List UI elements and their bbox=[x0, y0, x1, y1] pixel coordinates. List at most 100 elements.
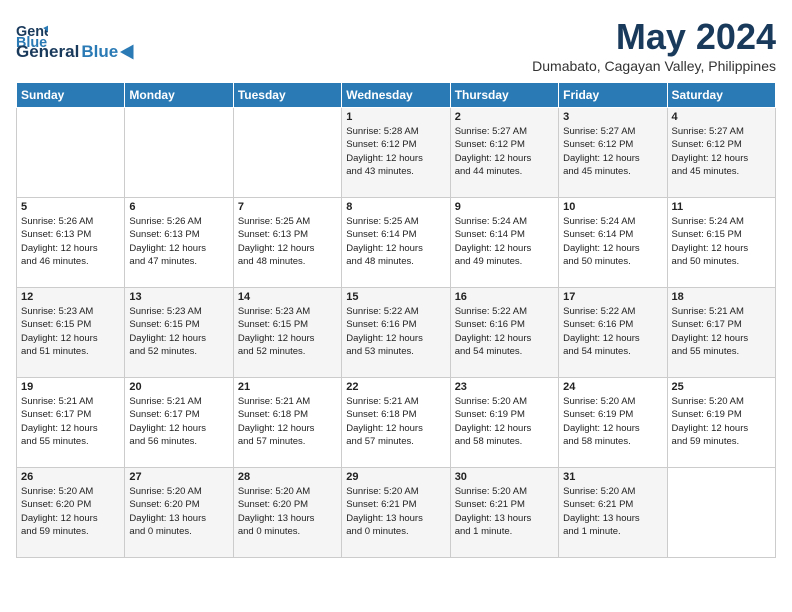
day-info: Sunrise: 5:21 AM Sunset: 6:17 PM Dayligh… bbox=[21, 395, 120, 448]
logo-general: General bbox=[16, 42, 79, 62]
day-info: Sunrise: 5:28 AM Sunset: 6:12 PM Dayligh… bbox=[346, 125, 445, 178]
col-header-wednesday: Wednesday bbox=[342, 83, 450, 108]
day-info: Sunrise: 5:21 AM Sunset: 6:18 PM Dayligh… bbox=[238, 395, 337, 448]
day-number: 30 bbox=[455, 471, 554, 483]
day-number: 21 bbox=[238, 381, 337, 393]
calendar-cell: 19 Sunrise: 5:21 AM Sunset: 6:17 PM Dayli… bbox=[17, 378, 125, 468]
calendar-cell: 16 Sunrise: 5:22 AM Sunset: 6:16 PM Dayli… bbox=[450, 288, 558, 378]
day-info: Sunrise: 5:23 AM Sunset: 6:15 PM Dayligh… bbox=[238, 305, 337, 358]
day-number: 2 bbox=[455, 111, 554, 123]
day-info: Sunrise: 5:20 AM Sunset: 6:19 PM Dayligh… bbox=[672, 395, 771, 448]
calendar-cell: 3 Sunrise: 5:27 AM Sunset: 6:12 PM Daylig… bbox=[559, 108, 667, 198]
day-number: 10 bbox=[563, 201, 662, 213]
calendar-cell: 30Sunrise: 5:20 AM Sunset: 6:21 PM Dayli… bbox=[450, 468, 558, 558]
day-info: Sunrise: 5:24 AM Sunset: 6:14 PM Dayligh… bbox=[563, 215, 662, 268]
calendar-cell: 26Sunrise: 5:20 AM Sunset: 6:20 PM Dayli… bbox=[17, 468, 125, 558]
day-info: Sunrise: 5:23 AM Sunset: 6:15 PM Dayligh… bbox=[21, 305, 120, 358]
day-number: 26 bbox=[21, 471, 120, 483]
calendar-cell: 18Sunrise: 5:21 AM Sunset: 6:17 PM Dayli… bbox=[667, 288, 775, 378]
calendar-cell: 15 Sunrise: 5:22 AM Sunset: 6:16 PM Dayli… bbox=[342, 288, 450, 378]
day-number: 8 bbox=[346, 201, 445, 213]
day-info: Sunrise: 5:23 AM Sunset: 6:15 PM Dayligh… bbox=[129, 305, 228, 358]
day-number: 6 bbox=[129, 201, 228, 213]
calendar-cell: 28 Sunrise: 5:20 AM Sunset: 6:20 PM Dayli… bbox=[233, 468, 341, 558]
day-info: Sunrise: 5:24 AM Sunset: 6:15 PM Dayligh… bbox=[672, 215, 771, 268]
day-info: Sunrise: 5:27 AM Sunset: 6:12 PM Dayligh… bbox=[455, 125, 554, 178]
calendar-cell: 11 Sunrise: 5:24 AM Sunset: 6:15 PM Dayli… bbox=[667, 198, 775, 288]
day-number: 9 bbox=[455, 201, 554, 213]
day-number: 24 bbox=[563, 381, 662, 393]
calendar-cell: 21 Sunrise: 5:21 AM Sunset: 6:18 PM Dayli… bbox=[233, 378, 341, 468]
day-info: Sunrise: 5:26 AM Sunset: 6:13 PM Dayligh… bbox=[129, 215, 228, 268]
day-info: Sunrise: 5:22 AM Sunset: 6:16 PM Dayligh… bbox=[346, 305, 445, 358]
calendar-cell bbox=[233, 108, 341, 198]
day-info: Sunrise: 5:21 AM Sunset: 6:17 PM Dayligh… bbox=[129, 395, 228, 448]
calendar-cell: 25 Sunrise: 5:20 AM Sunset: 6:19 PM Dayli… bbox=[667, 378, 775, 468]
title-block: May 2024 Dumabato, Cagayan Valley, Phili… bbox=[532, 16, 776, 74]
day-number: 7 bbox=[238, 201, 337, 213]
day-number: 18 bbox=[672, 291, 771, 303]
day-number: 3 bbox=[563, 111, 662, 123]
day-number: 5 bbox=[21, 201, 120, 213]
day-number: 29 bbox=[346, 471, 445, 483]
day-number: 11 bbox=[672, 201, 771, 213]
day-number: 20 bbox=[129, 381, 228, 393]
day-info: Sunrise: 5:20 AM Sunset: 6:20 PM Dayligh… bbox=[238, 485, 337, 538]
week-row-4: 19 Sunrise: 5:21 AM Sunset: 6:17 PM Dayli… bbox=[17, 378, 776, 468]
calendar-cell: 7Sunrise: 5:25 AM Sunset: 6:13 PM Daylig… bbox=[233, 198, 341, 288]
calendar-cell: 29 Sunrise: 5:20 AM Sunset: 6:21 PM Dayli… bbox=[342, 468, 450, 558]
week-row-3: 12 Sunrise: 5:23 AM Sunset: 6:15 PM Dayli… bbox=[17, 288, 776, 378]
day-info: Sunrise: 5:22 AM Sunset: 6:16 PM Dayligh… bbox=[455, 305, 554, 358]
day-number: 25 bbox=[672, 381, 771, 393]
calendar-cell bbox=[125, 108, 233, 198]
calendar-table: SundayMondayTuesdayWednesdayThursdayFrid… bbox=[16, 82, 776, 558]
calendar-cell bbox=[17, 108, 125, 198]
calendar-cell: 14 Sunrise: 5:23 AM Sunset: 6:15 PM Dayli… bbox=[233, 288, 341, 378]
location-subtitle: Dumabato, Cagayan Valley, Philippines bbox=[532, 58, 776, 74]
day-info: Sunrise: 5:27 AM Sunset: 6:12 PM Dayligh… bbox=[563, 125, 662, 178]
calendar-cell: 20 Sunrise: 5:21 AM Sunset: 6:17 PM Dayli… bbox=[125, 378, 233, 468]
calendar-cell: 24Sunrise: 5:20 AM Sunset: 6:19 PM Dayli… bbox=[559, 378, 667, 468]
day-info: Sunrise: 5:21 AM Sunset: 6:18 PM Dayligh… bbox=[346, 395, 445, 448]
logo-blue: Blue bbox=[81, 42, 118, 62]
header-row: SundayMondayTuesdayWednesdayThursdayFrid… bbox=[17, 83, 776, 108]
calendar-cell: 13 Sunrise: 5:23 AM Sunset: 6:15 PM Dayli… bbox=[125, 288, 233, 378]
calendar-cell: 4 Sunrise: 5:27 AM Sunset: 6:12 PM Daylig… bbox=[667, 108, 775, 198]
col-header-friday: Friday bbox=[559, 83, 667, 108]
col-header-sunday: Sunday bbox=[17, 83, 125, 108]
day-number: 4 bbox=[672, 111, 771, 123]
day-number: 28 bbox=[238, 471, 337, 483]
week-row-1: 1 Sunrise: 5:28 AM Sunset: 6:12 PM Daylig… bbox=[17, 108, 776, 198]
day-number: 31 bbox=[563, 471, 662, 483]
day-info: Sunrise: 5:27 AM Sunset: 6:12 PM Dayligh… bbox=[672, 125, 771, 178]
day-number: 14 bbox=[238, 291, 337, 303]
day-info: Sunrise: 5:20 AM Sunset: 6:21 PM Dayligh… bbox=[563, 485, 662, 538]
col-header-thursday: Thursday bbox=[450, 83, 558, 108]
week-row-5: 26 Sunrise: 5:20 AM Sunset: 6:20 PM Dayli… bbox=[17, 468, 776, 558]
calendar-cell: 23Sunrise: 5:20 AM Sunset: 6:19 PM Dayli… bbox=[450, 378, 558, 468]
day-info: Sunrise: 5:24 AM Sunset: 6:14 PM Dayligh… bbox=[455, 215, 554, 268]
calendar-cell: 1 Sunrise: 5:28 AM Sunset: 6:12 PM Daylig… bbox=[342, 108, 450, 198]
calendar-cell: 8Sunrise: 5:25 AM Sunset: 6:14 PM Daylig… bbox=[342, 198, 450, 288]
logo: General Blue General Blue bbox=[16, 20, 138, 62]
col-header-tuesday: Tuesday bbox=[233, 83, 341, 108]
calendar-cell bbox=[667, 468, 775, 558]
day-number: 1 bbox=[346, 111, 445, 123]
day-number: 27 bbox=[129, 471, 228, 483]
day-number: 19 bbox=[21, 381, 120, 393]
col-header-saturday: Saturday bbox=[667, 83, 775, 108]
logo-arrow-icon bbox=[120, 44, 138, 60]
day-number: 13 bbox=[129, 291, 228, 303]
day-info: Sunrise: 5:26 AM Sunset: 6:13 PM Dayligh… bbox=[21, 215, 120, 268]
day-info: Sunrise: 5:20 AM Sunset: 6:19 PM Dayligh… bbox=[455, 395, 554, 448]
day-number: 12 bbox=[21, 291, 120, 303]
col-header-monday: Monday bbox=[125, 83, 233, 108]
week-row-2: 5 Sunrise: 5:26 AM Sunset: 6:13 PM Daylig… bbox=[17, 198, 776, 288]
calendar-cell: 6 Sunrise: 5:26 AM Sunset: 6:13 PM Daylig… bbox=[125, 198, 233, 288]
day-info: Sunrise: 5:20 AM Sunset: 6:21 PM Dayligh… bbox=[346, 485, 445, 538]
calendar-cell: 27Sunrise: 5:20 AM Sunset: 6:20 PM Dayli… bbox=[125, 468, 233, 558]
day-number: 15 bbox=[346, 291, 445, 303]
day-number: 16 bbox=[455, 291, 554, 303]
calendar-cell: 9 Sunrise: 5:24 AM Sunset: 6:14 PM Daylig… bbox=[450, 198, 558, 288]
calendar-cell: 10 Sunrise: 5:24 AM Sunset: 6:14 PM Dayli… bbox=[559, 198, 667, 288]
